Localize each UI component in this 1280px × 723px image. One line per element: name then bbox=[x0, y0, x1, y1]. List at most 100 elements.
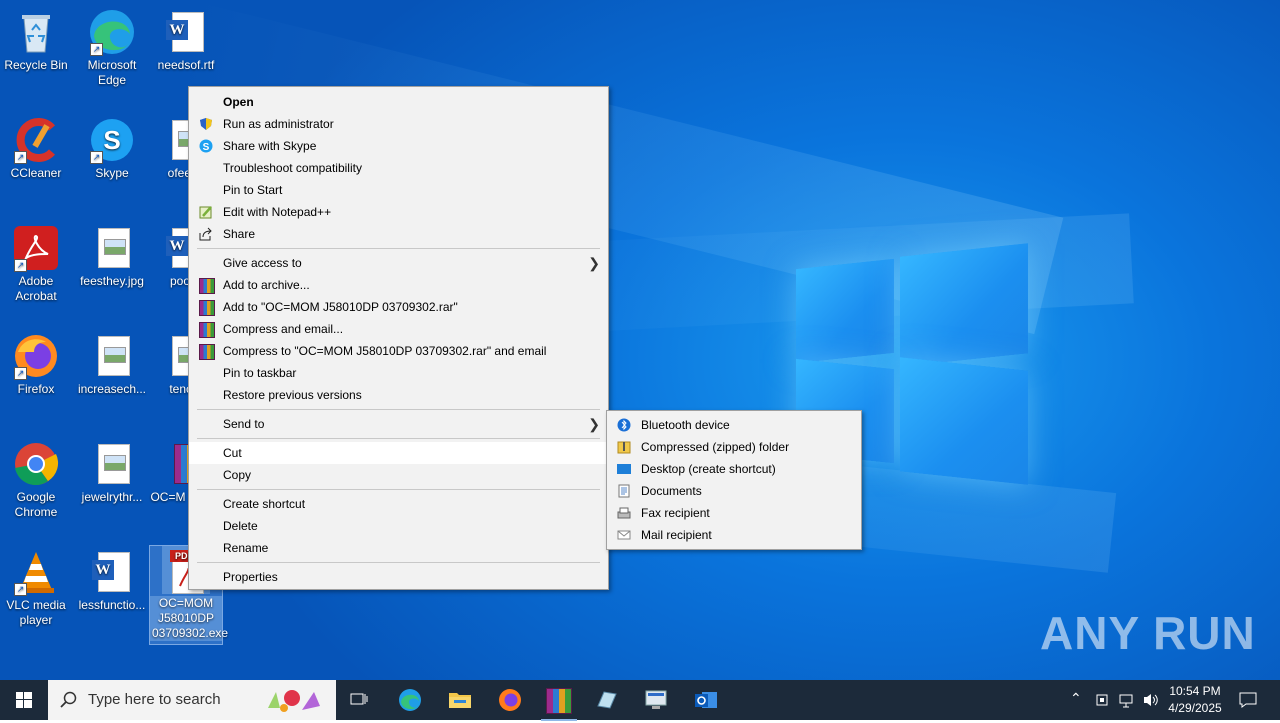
menu-separator bbox=[197, 562, 600, 563]
fax-icon bbox=[617, 507, 631, 519]
vlc-icon: ↗ bbox=[12, 548, 60, 596]
notepadpp-icon bbox=[199, 206, 212, 219]
chrome-icon bbox=[12, 440, 60, 488]
desktop-icon-feesthey[interactable]: feesthey.jpg bbox=[76, 224, 148, 289]
desktop-icon-lessfunctio[interactable]: W lessfunctio... bbox=[76, 548, 148, 613]
zip-folder-icon bbox=[617, 441, 631, 454]
desktop-icon-increasech[interactable]: increasech... bbox=[76, 332, 148, 397]
desktop-icon-vlc[interactable]: ↗ VLC media player bbox=[0, 548, 72, 628]
menu-item-compress-to-rar-and-email[interactable]: Compress to "OC=MOM J58010DP 03709302.ra… bbox=[189, 340, 608, 362]
device-icon[interactable] bbox=[1094, 691, 1110, 709]
send-to-bluetooth-device[interactable]: Bluetooth device bbox=[607, 414, 861, 436]
menu-item-open[interactable]: Open bbox=[189, 91, 608, 113]
desktop-icon-recycle-bin[interactable]: Recycle Bin bbox=[0, 8, 72, 73]
menu-item-label: Pin to Start bbox=[223, 183, 283, 197]
desktop-icon-label: jewelrythr... bbox=[81, 490, 143, 504]
menu-item-restore-previous-versions[interactable]: Restore previous versions bbox=[189, 384, 608, 406]
send-to-submenu: Bluetooth device Compressed (zipped) fol… bbox=[606, 410, 862, 550]
menu-item-send-to[interactable]: Send to ❯ bbox=[189, 413, 608, 435]
send-to-mail-recipient[interactable]: Mail recipient bbox=[607, 524, 861, 546]
menu-item-troubleshoot-compatibility[interactable]: Troubleshoot compatibility bbox=[189, 157, 608, 179]
acrobat-icon: ↗ bbox=[12, 224, 60, 272]
desktop-icon-label: Skype bbox=[95, 166, 129, 180]
menu-item-share[interactable]: Share bbox=[189, 223, 608, 245]
volume-icon[interactable] bbox=[1142, 691, 1160, 709]
desktop-icon-label: CCleaner bbox=[10, 166, 62, 180]
winrar-icon bbox=[199, 344, 215, 360]
outlook-taskbar-icon[interactable] bbox=[694, 688, 718, 712]
desktop-icon-label: increasech... bbox=[77, 382, 147, 396]
clock-time: 10:54 PM bbox=[1169, 684, 1221, 698]
desktop-icon-label: Microsoft Edge bbox=[87, 58, 137, 87]
menu-separator bbox=[197, 438, 600, 439]
menu-item-properties[interactable]: Properties bbox=[189, 566, 608, 588]
desktop-icon bbox=[617, 464, 631, 474]
desktop-icon-label: VLC media player bbox=[6, 598, 66, 627]
desktop-background: Recycle Bin ↗ Microsoft Edge W needsof.r… bbox=[0, 0, 1280, 680]
network-icon[interactable] bbox=[1118, 691, 1136, 709]
menu-item-add-to-archive[interactable]: Add to archive... bbox=[189, 274, 608, 296]
menu-item-label: Share with Skype bbox=[223, 139, 317, 153]
taskbar-search-box[interactable]: Type here to search bbox=[48, 680, 336, 720]
desktop-icon-label: feesthey.jpg bbox=[80, 274, 144, 288]
desktop-icon-firefox[interactable]: ↗ Firefox bbox=[0, 332, 72, 397]
menu-item-rename[interactable]: Rename bbox=[189, 537, 608, 559]
notification-icon[interactable] bbox=[1238, 690, 1258, 710]
edge-taskbar-icon[interactable] bbox=[398, 688, 422, 712]
menu-item-pin-to-taskbar[interactable]: Pin to taskbar bbox=[189, 362, 608, 384]
firefox-taskbar-icon[interactable] bbox=[498, 688, 522, 712]
send-to-documents[interactable]: Documents bbox=[607, 480, 861, 502]
menu-item-label: Add to "OC=MOM J58010DP 03709302.rar" bbox=[223, 300, 458, 314]
remote-desktop-taskbar-icon[interactable] bbox=[644, 688, 668, 712]
desktop-icon-label: Adobe Acrobat bbox=[15, 274, 57, 303]
desktop-icon-jewelrythr[interactable]: jewelrythr... bbox=[76, 440, 148, 505]
menu-item-delete[interactable]: Delete bbox=[189, 515, 608, 537]
share-icon bbox=[199, 227, 212, 241]
anyrun-watermark: ANY RUN bbox=[1040, 607, 1256, 659]
taskbar-clock[interactable]: 10:54 PM 4/29/2025 bbox=[1162, 683, 1228, 717]
menu-item-cut[interactable]: Cut bbox=[189, 442, 608, 464]
menu-item-copy[interactable]: Copy bbox=[189, 464, 608, 486]
menu-item-add-to-rar[interactable]: Add to "OC=MOM J58010DP 03709302.rar" bbox=[189, 296, 608, 318]
menu-item-give-access-to[interactable]: Give access to ❯ bbox=[189, 252, 608, 274]
bluetooth-icon bbox=[617, 418, 631, 432]
send-to-fax-recipient[interactable]: Fax recipient bbox=[607, 502, 861, 524]
image-file-icon bbox=[88, 224, 136, 272]
menu-item-create-shortcut[interactable]: Create shortcut bbox=[189, 493, 608, 515]
chevron-right-icon: ❯ bbox=[588, 255, 600, 271]
winrar-icon bbox=[199, 300, 215, 316]
start-button[interactable] bbox=[0, 680, 48, 720]
desktop-icon-needsof[interactable]: W needsof.rtf bbox=[150, 8, 222, 73]
clock-date: 4/29/2025 bbox=[1168, 701, 1222, 715]
desktop-icon-label: Recycle Bin bbox=[4, 58, 68, 72]
mail-icon bbox=[617, 530, 631, 540]
windows-start-icon bbox=[16, 692, 32, 708]
svg-text:S: S bbox=[203, 142, 210, 153]
winrar-taskbar-icon[interactable] bbox=[541, 688, 577, 721]
documents-icon bbox=[618, 484, 630, 498]
menu-item-label: Run as administrator bbox=[223, 117, 334, 131]
desktop-icon-edge[interactable]: ↗ Microsoft Edge bbox=[76, 8, 148, 88]
search-placeholder: Type here to search bbox=[88, 691, 221, 708]
desktop-icon-adobe-acrobat[interactable]: ↗ Adobe Acrobat bbox=[0, 224, 72, 304]
ccleaner-icon: ↗ bbox=[12, 116, 60, 164]
chevron-up-icon[interactable]: ⌃ bbox=[1070, 690, 1082, 707]
menu-item-edit-with-notepadpp[interactable]: Edit with Notepad++ bbox=[189, 201, 608, 223]
desktop-icon-label: OC=MOM J58010DP 03709302.exe bbox=[150, 596, 229, 641]
menu-item-run-as-administrator[interactable]: Run as administrator bbox=[189, 113, 608, 135]
desktop-icon-label: Firefox bbox=[17, 382, 55, 396]
file-explorer-icon[interactable] bbox=[448, 688, 472, 712]
desktop-icon-skype[interactable]: S ↗ Skype bbox=[76, 116, 148, 181]
task-view-icon[interactable] bbox=[348, 688, 372, 712]
notepad-taskbar-icon[interactable] bbox=[594, 688, 618, 712]
send-to-compressed-folder[interactable]: Compressed (zipped) folder bbox=[607, 436, 861, 458]
image-file-icon bbox=[88, 440, 136, 488]
menu-item-compress-and-email[interactable]: Compress and email... bbox=[189, 318, 608, 340]
menu-item-label: Add to archive... bbox=[223, 278, 310, 292]
send-to-desktop[interactable]: Desktop (create shortcut) bbox=[607, 458, 861, 480]
edge-icon: ↗ bbox=[88, 8, 136, 56]
menu-item-share-with-skype[interactable]: S Share with Skype bbox=[189, 135, 608, 157]
menu-item-pin-to-start[interactable]: Pin to Start bbox=[189, 179, 608, 201]
desktop-icon-ccleaner[interactable]: ↗ CCleaner bbox=[0, 116, 72, 181]
desktop-icon-google-chrome[interactable]: Google Chrome bbox=[0, 440, 72, 520]
